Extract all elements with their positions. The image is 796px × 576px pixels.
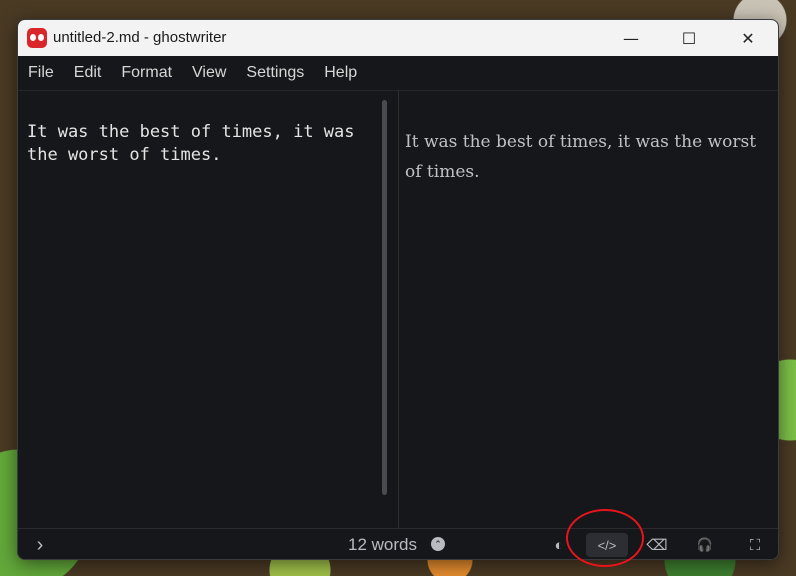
focus-mode-icon[interactable]: 🎧 <box>684 533 726 557</box>
window-title: untitled-2.md - ghostwriter <box>53 29 227 46</box>
app-window: untitled-2.md - ghostwriter — ☐ ✕ File E… <box>17 19 779 560</box>
editor-scrollbar[interactable] <box>382 100 387 495</box>
word-count-menu-icon[interactable]: ⌃ <box>431 537 445 551</box>
menu-file[interactable]: File <box>18 56 64 90</box>
fullscreen-icon[interactable]: ⛶ <box>734 533 776 557</box>
html-preview-pane: It was the best of times, it was the wor… <box>399 90 778 529</box>
menu-settings[interactable]: Settings <box>236 56 314 90</box>
menu-help[interactable]: Help <box>314 56 367 90</box>
editor-text[interactable]: It was the best of times, it was the wor… <box>27 121 372 167</box>
menu-format[interactable]: Format <box>111 56 182 90</box>
menu-bar: File Edit Format View Settings Help <box>18 56 778 90</box>
status-bar: › 12 words ⌃ ◐ </> ⌫ 🎧 ⛶ <box>18 528 778 559</box>
dark-mode-icon[interactable]: ◐ <box>538 533 580 557</box>
title-bar: untitled-2.md - ghostwriter — ☐ ✕ <box>18 20 778 56</box>
html-preview-icon[interactable]: </> <box>586 533 628 557</box>
menu-edit[interactable]: Edit <box>64 56 112 90</box>
ghostwriter-app-icon <box>27 28 47 48</box>
markdown-editor-pane[interactable]: It was the best of times, it was the wor… <box>18 90 398 529</box>
sidebar-toggle-icon[interactable]: › <box>20 533 60 557</box>
preview-text: It was the best of times, it was the wor… <box>405 132 757 182</box>
maximize-button[interactable]: ☐ <box>660 20 718 56</box>
menu-view[interactable]: View <box>182 56 236 90</box>
hemingway-mode-icon[interactable]: ⌫ <box>636 533 678 557</box>
word-count[interactable]: 12 words <box>348 535 417 555</box>
close-button[interactable]: ✕ <box>719 20 777 56</box>
minimize-button[interactable]: — <box>602 20 660 56</box>
